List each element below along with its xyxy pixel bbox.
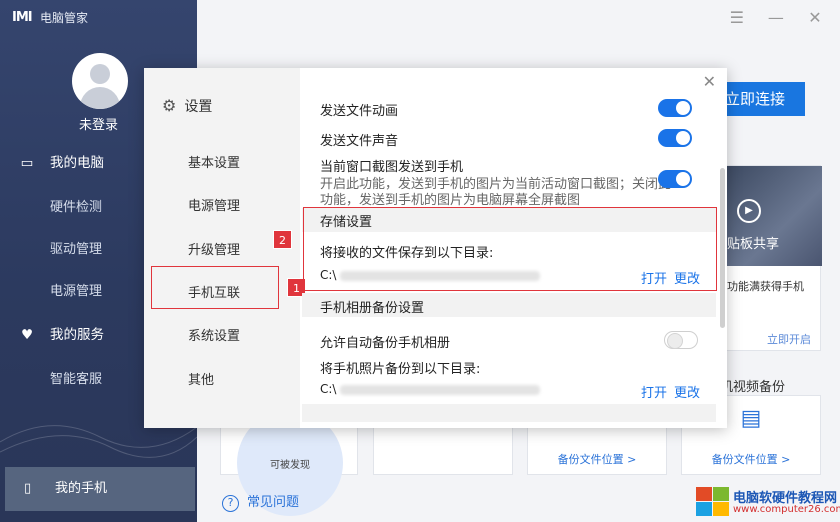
sidebar-item-label: 我的手机 [55, 481, 108, 496]
settings-title-label: 设置 [184, 99, 213, 115]
avatar-body-icon [80, 87, 120, 109]
settings-dialog: ⚙ 设置 基本设置 电源管理 升级管理 手机互联 系统设置 其他 1 ✕ 发送文件… [144, 68, 727, 428]
storage-highlight-box [303, 207, 717, 291]
clipboard-share-image: ▶ 贴板共享 [727, 166, 822, 266]
backup-location-link[interactable]: 备份文件位置 > [528, 451, 666, 467]
minimize-icon[interactable]: — [763, 8, 789, 27]
windows-logo-icon [696, 487, 730, 517]
window-controls: ☰ — ✕ [716, 8, 828, 27]
bottom-section-band [302, 404, 716, 422]
send-file-animation-toggle[interactable] [658, 99, 692, 117]
avatar-head-icon [90, 64, 110, 84]
menu-icon[interactable]: ☰ [724, 8, 750, 27]
allow-album-backup-toggle[interactable] [664, 331, 698, 349]
album-path-prefix: C:\ [320, 382, 337, 396]
settings-scrollbar[interactable] [720, 168, 725, 328]
send-file-animation-label: 发送文件动画 [320, 104, 399, 119]
app-logo: IMI [12, 10, 33, 25]
faq-link[interactable]: ? 常见问题 [222, 491, 299, 512]
menu-basic-settings[interactable]: 基本设置 [188, 152, 240, 171]
window-screenshot-desc-2: 功能，发送到手机的图片为电脑屏幕全屏截图 [320, 193, 581, 208]
menu-other[interactable]: 其他 [188, 369, 214, 388]
clipboard-share-desc: 功能满获得手机 [727, 280, 804, 293]
sidebar-item-label: 电源管理 [50, 284, 103, 299]
album-change-link[interactable]: 更改 [674, 382, 700, 401]
faq-label: 常见问题 [247, 495, 300, 510]
avatar[interactable] [72, 53, 128, 109]
album-open-link[interactable]: 打开 [641, 382, 667, 401]
discoverable-caption: 可被发现 [270, 460, 310, 471]
send-file-sound-label: 发送文件声音 [320, 134, 399, 149]
album-path: C:\ [320, 382, 541, 396]
menu-upgrade-management[interactable]: 升级管理 [188, 239, 240, 258]
play-icon[interactable]: ▶ [737, 199, 761, 223]
question-icon: ? [222, 495, 239, 512]
menu-power-management[interactable]: 电源管理 [188, 195, 240, 214]
clipboard-share-card[interactable]: ▶ 贴板共享 功能满获得手机 立即开启 [726, 165, 822, 351]
sidebar-item-label: 硬件检测 [50, 200, 103, 215]
selected-menu-highlight [151, 266, 279, 309]
sidebar-item-label: 驱动管理 [50, 242, 103, 257]
settings-title: ⚙ 设置 [162, 96, 212, 116]
backup-location-link[interactable]: 备份文件位置 > [682, 451, 820, 467]
video-backup-title: 机视频备份 [720, 380, 786, 395]
allow-album-backup-label: 允许自动备份手机相册 [320, 336, 451, 351]
sidebar-item-my-phone[interactable]: ▯ 我的手机 [5, 467, 195, 511]
sidebar-item-label: 我的服务 [50, 327, 104, 343]
close-icon[interactable]: ✕ [802, 8, 828, 27]
album-desc: 将手机照片备份到以下目录: [320, 362, 481, 377]
clipboard-share-title: 贴板共享 [727, 237, 780, 252]
menu-system-settings[interactable]: 系统设置 [188, 325, 240, 344]
heart-icon: ♥ [20, 327, 34, 343]
gear-icon: ⚙ [162, 96, 177, 115]
sidebar-item-label: 智能客服 [50, 372, 103, 387]
laptop-icon: ▭ [20, 155, 34, 171]
window-screenshot-toggle[interactable] [658, 170, 692, 188]
phone-icon: ▯ [24, 481, 32, 496]
connect-now-button[interactable]: 立即连接 [717, 82, 805, 116]
app-title: 电脑管家 [40, 11, 89, 25]
send-file-sound-toggle[interactable] [658, 129, 692, 147]
watermark-url: www.computer26.com [733, 504, 840, 515]
annotation-badge-2: 2 [273, 230, 292, 249]
close-icon[interactable]: ✕ [703, 72, 716, 91]
enable-now-link[interactable]: 立即开启 [767, 331, 811, 347]
album-path-redacted [340, 384, 541, 395]
sidebar-item-label: 我的电脑 [50, 155, 104, 171]
album-section-title: 手机相册备份设置 [320, 301, 425, 316]
